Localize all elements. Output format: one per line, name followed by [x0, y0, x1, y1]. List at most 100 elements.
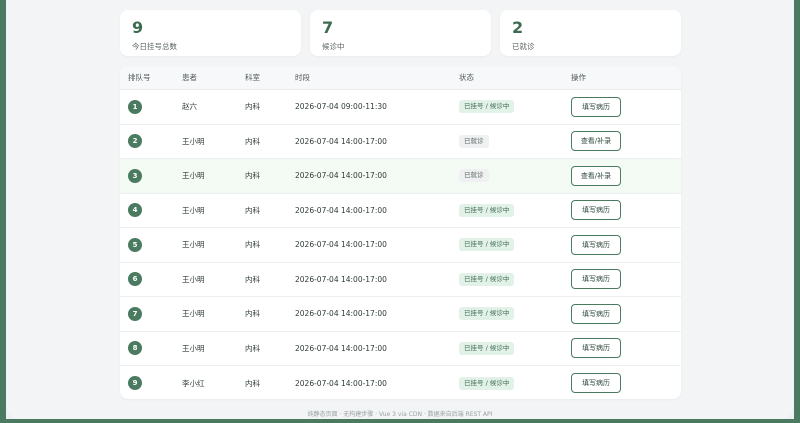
action-cell: 填写病历 — [571, 303, 681, 324]
status-cell: 已就诊 — [459, 169, 571, 183]
queue-cell: 8 — [120, 341, 182, 356]
fill-record-button[interactable]: 填写病历 — [571, 234, 621, 255]
stat-card-done: 2 已就诊 — [500, 10, 681, 56]
status-badge: 已挂号 / 候诊中 — [459, 341, 515, 355]
footer-note: 纯静态页面 · 无构建步骤 · Vue 3 via CDN · 数据来自后端 R… — [307, 411, 493, 418]
column-header-queue: 排队号 — [128, 73, 151, 82]
status-badge: 已挂号 / 候诊中 — [459, 100, 515, 114]
table-row: 4 王小明 内科 2026-07-04 14:00-17:00 已挂号 / 候诊中 填写病… — [120, 194, 681, 228]
action-cell: 填写病历 — [571, 234, 681, 255]
patient-name: 李小红 — [182, 378, 205, 388]
action-cell: 查看/补录 — [571, 131, 681, 152]
queue-number-badge: 1 — [128, 99, 142, 114]
patient-name: 王小明 — [182, 136, 205, 146]
queue-number-badge: 2 — [128, 134, 142, 149]
column-header-action: 操作 — [571, 73, 586, 82]
department: 内科 — [245, 378, 260, 388]
table-row: 2 王小明 内科 2026-07-04 14:00-17:00 已就诊 查看/补录 — [120, 125, 681, 159]
window-frame-bottom — [0, 419, 800, 423]
department: 内科 — [245, 309, 260, 319]
queue-number-badge: 4 — [128, 203, 142, 218]
status-cell: 已挂号 / 候诊中 — [459, 272, 571, 286]
status-badge: 已挂号 / 候诊中 — [459, 272, 515, 286]
status-badge: 已挂号 / 候诊中 — [459, 238, 515, 252]
department: 内科 — [245, 205, 260, 215]
status-cell: 已就诊 — [459, 134, 571, 148]
queue-cell: 6 — [120, 272, 182, 287]
stat-value: 7 — [322, 18, 334, 37]
table-row: 7 王小明 内科 2026-07-04 14:00-17:00 已挂号 / 候诊中 填写病… — [120, 297, 681, 332]
table-row: 1 赵六 内科 2026-07-04 09:00-11:30 已挂号 / 候诊中 填写病历 — [120, 90, 681, 125]
time-slot: 2026-07-04 14:00-17:00 — [295, 309, 387, 319]
queue-cell: 9 — [120, 376, 182, 391]
table-row: 6 王小明 内科 2026-07-04 14:00-17:00 已挂号 / 候诊中 填写病… — [120, 263, 681, 297]
department: 内科 — [245, 343, 260, 353]
patient-name: 王小明 — [182, 274, 205, 284]
queue-cell: 1 — [120, 99, 182, 114]
table-row: 8 王小明 内科 2026-07-04 14:00-17:00 已挂号 / 候诊中 填写病… — [120, 332, 681, 366]
column-header-department: 科室 — [245, 73, 260, 82]
status-cell: 已挂号 / 候诊中 — [459, 376, 571, 390]
stat-label: 今日挂号总数 — [132, 42, 177, 51]
table-row: 5 王小明 内科 2026-07-04 14:00-17:00 已挂号 / 候诊中 填写病… — [120, 228, 681, 263]
action-cell: 填写病历 — [571, 269, 681, 290]
stat-card-total: 9 今日挂号总数 — [120, 10, 301, 56]
column-header-time: 时段 — [295, 73, 310, 82]
queue-number-badge: 5 — [128, 237, 142, 252]
patient-name: 赵六 — [182, 102, 197, 112]
fill-record-button[interactable]: 填写病历 — [571, 96, 621, 117]
queue-number-badge: 8 — [128, 341, 142, 356]
window-frame-right — [794, 0, 800, 423]
table-row: 3 王小明 内科 2026-07-04 14:00-17:00 已就诊 查看/补录 — [120, 159, 681, 194]
time-slot: 2026-07-04 14:00-17:00 — [295, 136, 387, 146]
column-header-status: 状态 — [459, 73, 474, 82]
department: 内科 — [245, 136, 260, 146]
patient-name: 王小明 — [182, 171, 205, 181]
view-record-button[interactable]: 查看/补录 — [571, 165, 621, 186]
queue-number-badge: 6 — [128, 272, 142, 287]
stat-label: 已就诊 — [512, 42, 535, 51]
patient-name: 王小明 — [182, 309, 205, 319]
status-badge: 已挂号 / 候诊中 — [459, 307, 515, 321]
table-row: 9 李小红 内科 2026-07-04 14:00-17:00 已挂号 / 候诊中 填写病… — [120, 366, 681, 399]
action-cell: 填写病历 — [571, 96, 681, 117]
fill-record-button[interactable]: 填写病历 — [571, 338, 621, 359]
status-cell: 已挂号 / 候诊中 — [459, 203, 571, 217]
patient-name: 王小明 — [182, 343, 205, 353]
action-cell: 填写病历 — [571, 200, 681, 221]
status-badge: 已就诊 — [459, 169, 489, 183]
time-slot: 2026-07-04 14:00-17:00 — [295, 171, 387, 181]
stat-value: 2 — [512, 18, 524, 37]
fill-record-button[interactable]: 填写病历 — [571, 303, 621, 324]
queue-cell: 4 — [120, 203, 182, 218]
department: 内科 — [245, 240, 260, 250]
column-header-patient: 患者 — [182, 73, 197, 82]
time-slot: 2026-07-04 14:00-17:00 — [295, 274, 387, 284]
queue-cell: 5 — [120, 237, 182, 252]
status-badge: 已挂号 / 候诊中 — [459, 376, 515, 390]
stat-value: 9 — [132, 18, 144, 37]
fill-record-button[interactable]: 填写病历 — [571, 373, 621, 394]
queue-cell: 7 — [120, 306, 182, 321]
fill-record-button[interactable]: 填写病历 — [571, 200, 621, 221]
status-cell: 已挂号 / 候诊中 — [459, 100, 571, 114]
table-body: 1 赵六 内科 2026-07-04 09:00-11:30 已挂号 / 候诊中 填写病历… — [120, 90, 681, 399]
status-cell: 已挂号 / 候诊中 — [459, 307, 571, 321]
time-slot: 2026-07-04 14:00-17:00 — [295, 205, 387, 215]
table-header: 排队号 患者 科室 时段 状态 操作 — [120, 66, 681, 90]
queue-number-badge: 7 — [128, 306, 142, 321]
queue-cell: 3 — [120, 168, 182, 183]
status-badge: 已挂号 / 候诊中 — [459, 203, 515, 217]
status-badge: 已就诊 — [459, 134, 489, 148]
queue-table: 排队号 患者 科室 时段 状态 操作 1 赵六 内科 2026-07-04 09:00… — [120, 66, 681, 399]
fill-record-button[interactable]: 填写病历 — [571, 269, 621, 290]
stat-label: 候诊中 — [322, 42, 345, 51]
stats-row: 9 今日挂号总数 7 候诊中 2 已就诊 — [120, 10, 681, 56]
view-record-button[interactable]: 查看/补录 — [571, 131, 621, 152]
action-cell: 查看/补录 — [571, 165, 681, 186]
department: 内科 — [245, 171, 260, 181]
action-cell: 填写病历 — [571, 373, 681, 394]
queue-number-badge: 3 — [128, 168, 142, 183]
patient-name: 王小明 — [182, 240, 205, 250]
department: 内科 — [245, 102, 260, 112]
